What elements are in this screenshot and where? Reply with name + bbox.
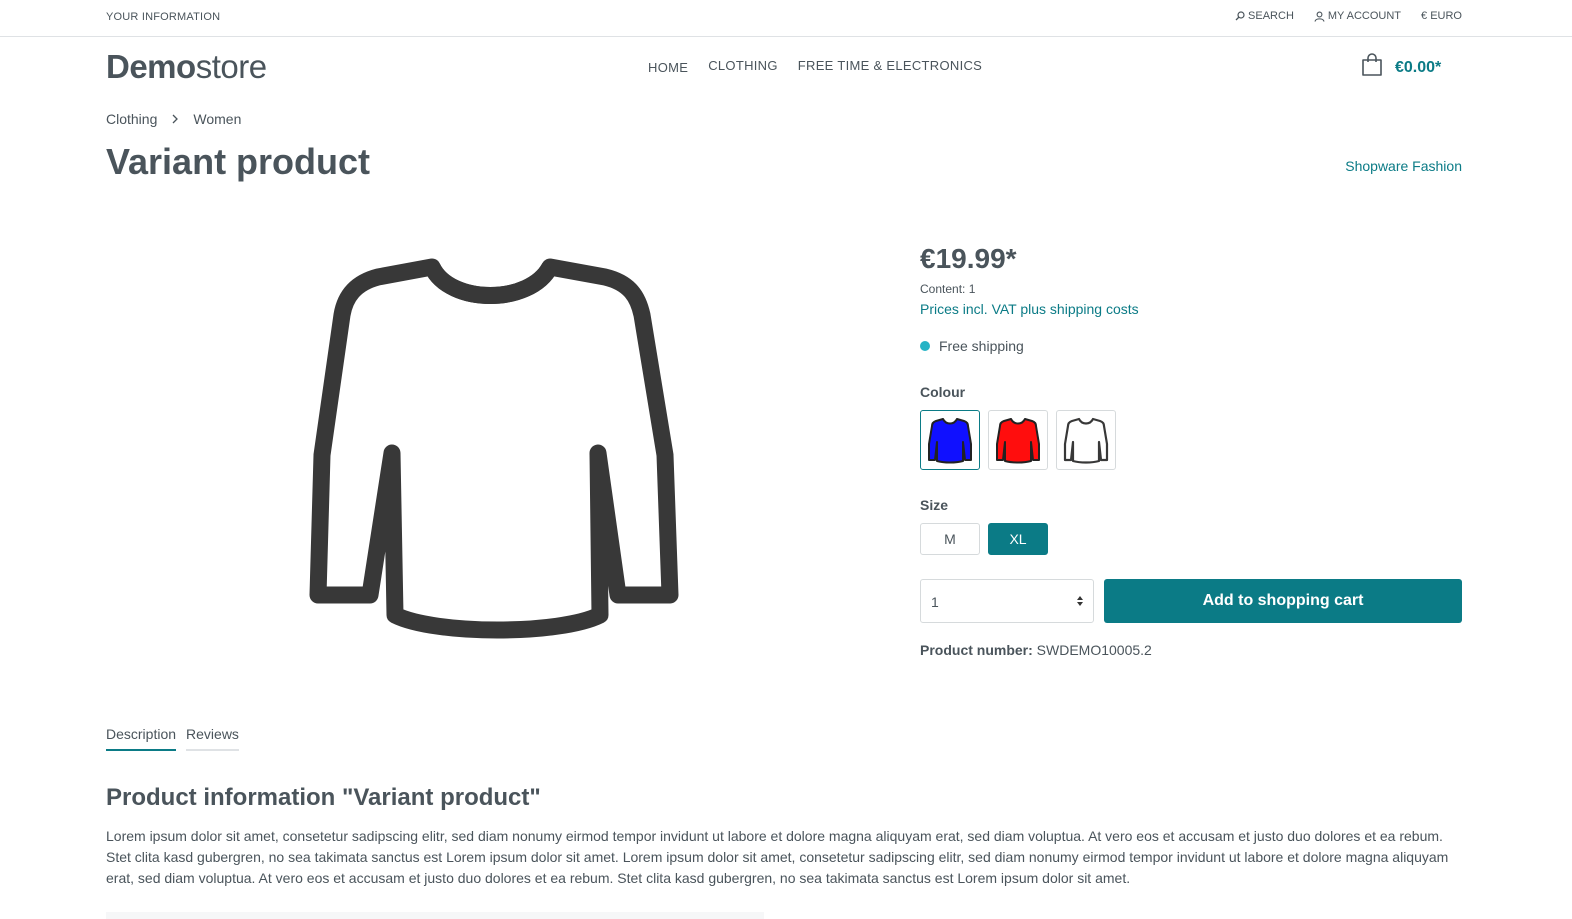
top-bar-actions: SEARCH MY ACCOUNT € EURO: [1235, 10, 1462, 22]
size-label: Size: [920, 497, 949, 513]
colour-label: Colour: [920, 384, 966, 400]
your-information-link[interactable]: YOUR INFORMATION: [106, 11, 220, 23]
shopping-bag-icon: [1360, 53, 1384, 82]
product-price: €19.99*: [920, 243, 1017, 274]
logo-bold: Demo: [106, 48, 196, 85]
description-title: Product information "Variant product": [106, 784, 541, 811]
buy-row: 1 Add to shopping cart: [920, 579, 1462, 623]
size-options: M XL: [920, 523, 1462, 555]
colour-options: [920, 410, 1462, 470]
tab-reviews[interactable]: Reviews: [186, 726, 239, 751]
cart-button[interactable]: €0.00*: [1360, 53, 1441, 82]
quantity-value: 1: [931, 594, 939, 610]
manufacturer-link[interactable]: Shopware Fashion: [1345, 158, 1462, 174]
account-menu[interactable]: MY ACCOUNT: [1314, 10, 1401, 22]
nav-clothing[interactable]: CLOTHING: [708, 58, 778, 75]
breadcrumb-women[interactable]: Women: [193, 111, 241, 127]
vat-shipping-link[interactable]: Prices incl. VAT plus shipping costs: [920, 301, 1462, 317]
white-sweater-thumbnail: [1063, 417, 1109, 464]
product-number-label: Product number:: [920, 642, 1033, 658]
size-option-m[interactable]: M: [920, 523, 980, 555]
sweater-image: [309, 258, 679, 639]
colour-option-white[interactable]: [1056, 410, 1116, 470]
breadcrumb-clothing[interactable]: Clothing: [106, 111, 157, 127]
tab-description[interactable]: Description: [106, 726, 177, 751]
search-toggle[interactable]: SEARCH: [1235, 10, 1294, 22]
shipping-status-dot: [920, 341, 930, 351]
search-label: SEARCH: [1248, 10, 1294, 22]
chevron-right-icon: [171, 114, 179, 124]
size-option-xl[interactable]: XL: [988, 523, 1048, 555]
top-bar: YOUR INFORMATION SEARCH MY ACCOUNT € EUR…: [0, 0, 1572, 37]
colour-option-red[interactable]: [988, 410, 1048, 470]
nav-home[interactable]: HOME: [648, 60, 688, 75]
logo-light: store: [195, 48, 267, 85]
product-title: Variant product: [106, 141, 371, 182]
select-arrows-icon: [1076, 594, 1084, 611]
red-sweater-thumbnail: [996, 418, 1040, 464]
account-label: MY ACCOUNT: [1327, 10, 1402, 22]
description-text: Lorem ipsum dolor sit amet, consetetur s…: [106, 828, 1449, 886]
colour-option-blue[interactable]: [920, 410, 980, 470]
add-to-cart-button[interactable]: Add to shopping cart: [1104, 579, 1462, 623]
main-navigation: HOME CLOTHING FREE TIME & ELECTRONICS: [648, 58, 982, 75]
properties-table-edge: [106, 912, 764, 919]
breadcrumb: Clothing Women: [106, 111, 241, 127]
product-number: Product number: SWDEMO10005.2: [920, 642, 1462, 658]
nav-free-time-electronics[interactable]: FREE TIME & ELECTRONICS: [798, 58, 982, 75]
quantity-select[interactable]: 1: [920, 579, 1094, 623]
product-tabs: Description Reviews: [106, 726, 239, 751]
store-logo[interactable]: Demostore: [106, 50, 267, 84]
shipping-label: Free shipping: [939, 338, 1024, 354]
search-icon: [1235, 11, 1245, 21]
user-icon: [1314, 11, 1325, 22]
product-content: Content: 1: [920, 282, 976, 296]
buy-box: €19.99* Content: 1 Prices incl. VAT plus…: [920, 240, 1462, 658]
shipping-info: Free shipping: [920, 338, 1462, 354]
product-number-value: SWDEMO10005.2: [1036, 642, 1152, 658]
product-image[interactable]: [300, 255, 686, 653]
currency-switcher[interactable]: € EURO: [1421, 10, 1462, 22]
cart-total: €0.00*: [1395, 58, 1442, 76]
blue-sweater-thumbnail: [928, 418, 972, 464]
